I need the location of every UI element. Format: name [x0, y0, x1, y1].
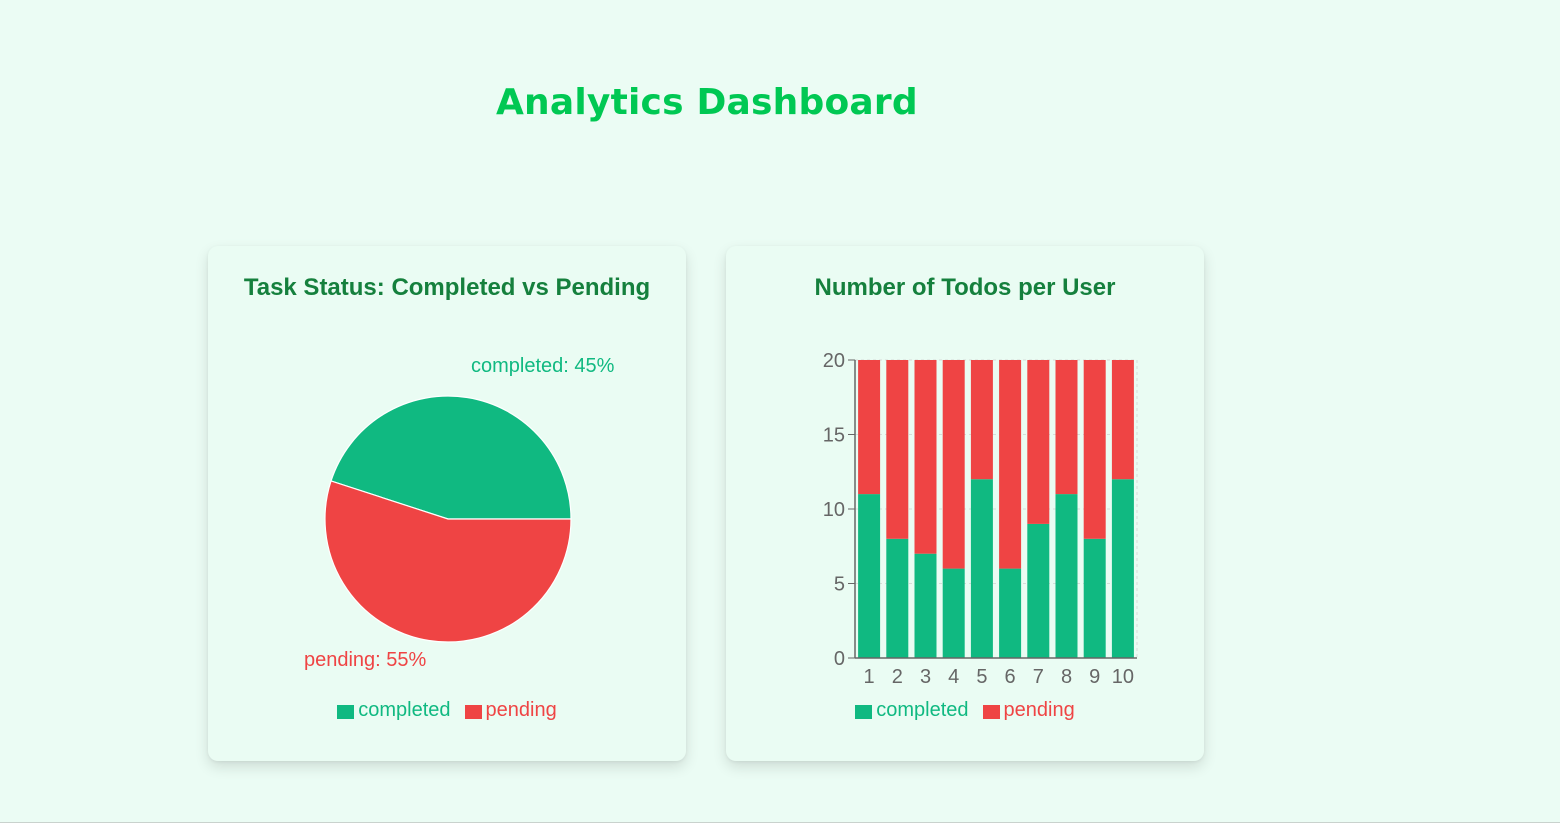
bar-completed-user-2[interactable]	[886, 538, 909, 658]
legend-swatch-completed	[337, 704, 355, 719]
bar-pending-user-4[interactable]	[942, 360, 965, 569]
bar-pending-user-7[interactable]	[1027, 360, 1050, 524]
bar-completed-user-10[interactable]	[1111, 479, 1134, 658]
bar-completed-user-5[interactable]	[970, 479, 993, 658]
bar-completed-user-3[interactable]	[914, 553, 937, 658]
x-tick-label: 1	[864, 666, 875, 688]
x-tick-label: 8	[1061, 666, 1072, 688]
x-tick-label: 2	[892, 666, 903, 688]
legend-label-completed: completed	[358, 699, 451, 721]
legend-item-completed[interactable]: completed	[855, 698, 969, 722]
bar-pending-user-9[interactable]	[1083, 360, 1106, 539]
bar-pending-user-8[interactable]	[1055, 360, 1078, 495]
bar-completed-user-4[interactable]	[942, 568, 965, 658]
legend-label-completed: completed	[876, 699, 969, 721]
page-title: Analytics Dashboard	[496, 82, 918, 123]
legend-item-pending[interactable]: pending	[464, 698, 557, 722]
x-tick-label: 9	[1089, 666, 1100, 688]
legend-item-pending[interactable]: pending	[982, 698, 1075, 722]
y-tick-label: 5	[834, 574, 845, 596]
y-tick-label: 0	[834, 648, 845, 670]
legend-item-completed[interactable]: completed	[337, 698, 451, 722]
x-tick-label: 3	[920, 666, 931, 688]
todos-per-user-bar-chart: 051015201 2 3 4 5 6 7 8 9 10	[823, 350, 1138, 688]
x-tick-label: 6	[1005, 666, 1016, 688]
bar-pending-user-1[interactable]	[858, 360, 881, 495]
x-tick-label: 4	[948, 666, 959, 688]
bar-legend: completed pending	[726, 698, 1204, 722]
bar-completed-user-1[interactable]	[858, 494, 881, 658]
legend-swatch-completed	[855, 704, 873, 719]
y-tick-label: 20	[823, 350, 845, 372]
x-tick-label: 5	[976, 666, 987, 688]
legend-swatch-pending	[464, 704, 482, 719]
y-tick-label: 15	[823, 425, 845, 447]
pie-legend: completed pending	[208, 698, 686, 722]
legend-label-pending: pending	[485, 699, 557, 721]
bar-completed-user-9[interactable]	[1083, 538, 1106, 658]
task-status-card: Task Status: Completed vs Pending comple…	[208, 246, 686, 761]
x-tick-label: 7	[1033, 666, 1044, 688]
bar-completed-user-7[interactable]	[1027, 523, 1050, 658]
task-status-pie-chart: completed: 45% pending: 55%	[304, 355, 615, 671]
bar-pending-user-10[interactable]	[1111, 360, 1134, 480]
bar-pending-user-5[interactable]	[970, 360, 993, 480]
pie-slice-label-pending: pending: 55%	[304, 649, 427, 671]
legend-swatch-pending	[982, 704, 1000, 719]
bar-completed-user-8[interactable]	[1055, 494, 1078, 658]
bar-completed-user-6[interactable]	[999, 568, 1022, 658]
bar-pending-user-2[interactable]	[886, 360, 909, 539]
y-tick-label: 10	[823, 499, 845, 521]
x-tick-label: 10	[1112, 666, 1134, 688]
pie-slice-label-completed: completed: 45%	[471, 355, 615, 377]
bar-pending-user-6[interactable]	[999, 360, 1022, 569]
legend-label-pending: pending	[1003, 699, 1075, 721]
todos-per-user-card: Number of Todos per User 0 5 10 15 20 1 2 3 4 5 6 7…	[726, 246, 1204, 761]
bar-pending-user-3[interactable]	[914, 360, 937, 554]
